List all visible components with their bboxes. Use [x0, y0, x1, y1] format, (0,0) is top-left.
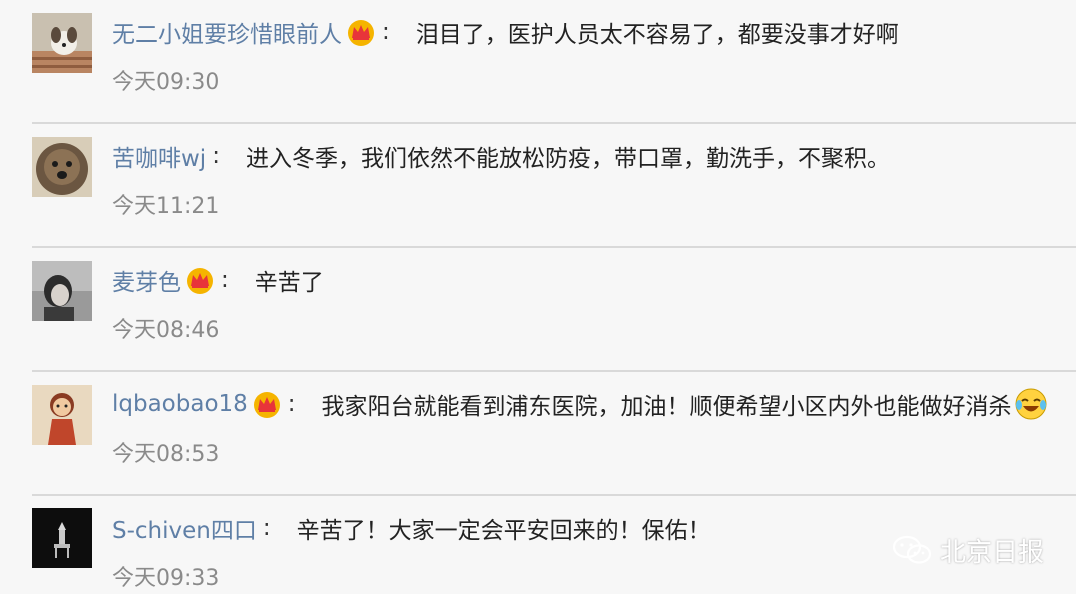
comment-text: 辛苦了 — [254, 270, 324, 296]
nickname-link[interactable]: 苦咖啡wj — [112, 139, 206, 173]
avatar[interactable] — [32, 137, 92, 197]
timestamp: 今天08:53 — [112, 442, 220, 467]
timestamp: 今天11:21 — [112, 194, 220, 219]
colon: : — [287, 391, 296, 417]
comment-item: lqbaobao18 : 我家阳台就能看到浦东医院，加油！顺便希望小区内外也能做… — [0, 372, 1076, 496]
avatar[interactable] — [32, 385, 92, 445]
nickname-link[interactable]: 无二小姐要珍惜眼前人 — [112, 15, 342, 49]
nickname-link[interactable]: lqbaobao18 — [112, 391, 248, 417]
timestamp: 今天09:30 — [112, 70, 220, 95]
avatar[interactable] — [32, 13, 92, 73]
watermark-label: 北京日报 — [940, 537, 1045, 568]
colon: : — [212, 143, 220, 169]
crown-icon — [185, 265, 215, 295]
colon: : — [382, 19, 390, 45]
comment-text: 辛苦了！大家一定会平安回来的！保佑！ — [296, 518, 711, 544]
comment-header: 苦咖啡wj : 进入冬季，我们依然不能放松防疫，带口罩，勤洗手，不聚积。 — [112, 138, 890, 174]
crown-icon — [252, 389, 282, 419]
watermark: 北京日报 — [892, 530, 1044, 570]
avatar[interactable] — [32, 508, 92, 568]
avatar[interactable] — [32, 261, 92, 321]
comment-header: 麦芽色 : 辛苦了 — [112, 262, 324, 298]
comment-header: lqbaobao18 : 我家阳台就能看到浦东医院，加油！顺便希望小区内外也能做… — [112, 386, 1048, 422]
crown-icon — [346, 17, 376, 47]
comment-header: S-chiven四口 : 辛苦了！大家一定会平安回来的！保佑！ — [112, 510, 711, 546]
comment-item: 麦芽色 : 辛苦了 今天08:46 — [0, 248, 1076, 372]
comment-header: 无二小姐要珍惜眼前人 : 泪目了，医护人员太不容易了，都要没事才好啊 — [112, 14, 899, 50]
comment-item: 苦咖啡wj : 进入冬季，我们依然不能放松防疫，带口罩，勤洗手，不聚积。 今天1… — [0, 124, 1076, 248]
comment-text: 泪目了，医护人员太不容易了，都要没事才好啊 — [415, 22, 899, 48]
nickname-link[interactable]: 麦芽色 — [112, 263, 181, 297]
timestamp: 今天09:33 — [112, 566, 220, 591]
colon: : — [221, 267, 229, 293]
wechat-icon — [892, 535, 932, 564]
comment-text: 进入冬季，我们依然不能放松防疫，带口罩，勤洗手，不聚积。 — [245, 146, 890, 172]
comment-item: 无二小姐要珍惜眼前人 : 泪目了，医护人员太不容易了，都要没事才好啊 今天09:… — [0, 0, 1076, 124]
laughing-crying-emoji-icon — [1014, 387, 1048, 421]
nickname-link[interactable]: S-chiven四口 — [112, 511, 257, 545]
colon: : — [262, 515, 271, 541]
comment-text: 我家阳台就能看到浦东医院，加油！顺便希望小区内外也能做好消杀 — [321, 394, 1012, 420]
comment-list: 无二小姐要珍惜眼前人 : 泪目了，医护人员太不容易了，都要没事才好啊 今天09:… — [0, 0, 1076, 594]
timestamp: 今天08:46 — [112, 318, 220, 343]
